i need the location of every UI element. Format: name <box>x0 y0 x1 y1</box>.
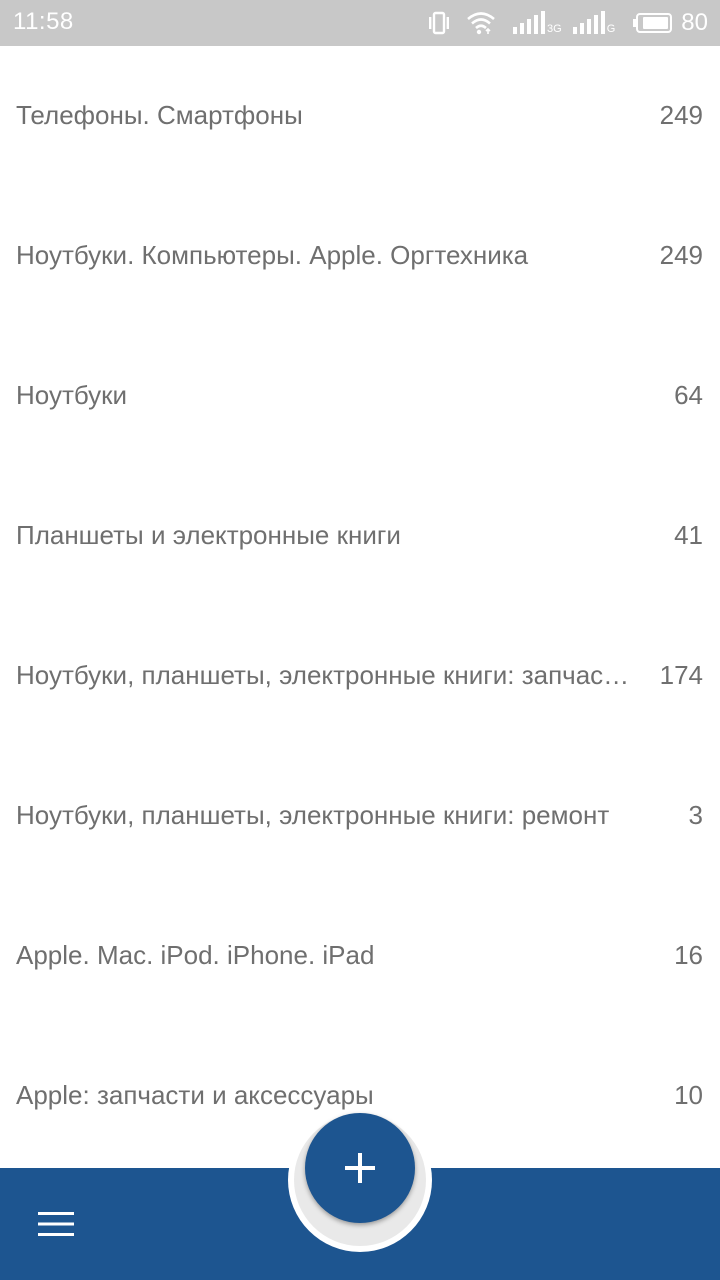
network-type-label: G <box>606 22 616 35</box>
category-count: 10 <box>674 1080 703 1110</box>
status-time: 11:58 <box>13 8 74 35</box>
category-name: Ноутбуки, планшеты, электронные книги: з… <box>16 660 634 690</box>
signal-icon <box>512 11 546 35</box>
category-name: Apple. Mac. iPod. iPhone. iPad <box>16 940 375 970</box>
list-item[interactable]: Планшеты и электронные книги 41 <box>0 466 720 606</box>
category-count: 16 <box>674 940 703 970</box>
add-button[interactable] <box>305 1113 415 1223</box>
category-name: Apple: запчасти и аксессуары <box>16 1080 374 1110</box>
category-name: Телефоны. Смартфоны <box>16 100 303 130</box>
wifi-icon <box>466 10 496 36</box>
vibrate-icon <box>426 11 452 35</box>
category-count: 174 <box>659 660 703 690</box>
plus-icon <box>345 1153 375 1183</box>
menu-button[interactable] <box>30 1200 82 1248</box>
category-count: 41 <box>674 520 703 550</box>
category-name: Планшеты и электронные книги <box>16 520 401 550</box>
list-item[interactable]: Ноутбуки. Компьютеры. Apple. Оргтехника … <box>0 186 720 326</box>
category-count: 3 <box>688 800 703 830</box>
category-count: 64 <box>674 380 703 410</box>
signal-icon <box>572 11 606 35</box>
network-type-label: 3G <box>547 22 562 35</box>
status-bar: 11:58 3G G 80 <box>0 0 720 46</box>
list-item[interactable]: Ноутбуки, планшеты, электронные книги: р… <box>0 746 720 886</box>
category-count: 249 <box>659 240 703 270</box>
category-name: Ноутбуки. Компьютеры. Apple. Оргтехника <box>16 240 529 270</box>
battery-icon <box>633 12 673 34</box>
status-icons: 3G G 80 <box>426 8 708 38</box>
list-item[interactable]: Apple. Mac. iPod. iPhone. iPad 16 <box>0 886 720 1026</box>
list-item[interactable]: Ноутбуки 64 <box>0 326 720 466</box>
category-name: Ноутбуки <box>16 380 128 410</box>
category-count: 249 <box>659 100 703 130</box>
hamburger-menu-icon <box>38 1212 74 1236</box>
category-name: Ноутбуки, планшеты, электронные книги: р… <box>16 800 610 830</box>
category-list: Телефоны. Смартфоны 249 Ноутбуки. Компью… <box>0 46 720 1166</box>
battery-level: 80 <box>681 9 708 36</box>
list-item[interactable]: Ноутбуки, планшеты, электронные книги: з… <box>0 606 720 746</box>
list-item[interactable]: Телефоны. Смартфоны 249 <box>0 46 720 186</box>
